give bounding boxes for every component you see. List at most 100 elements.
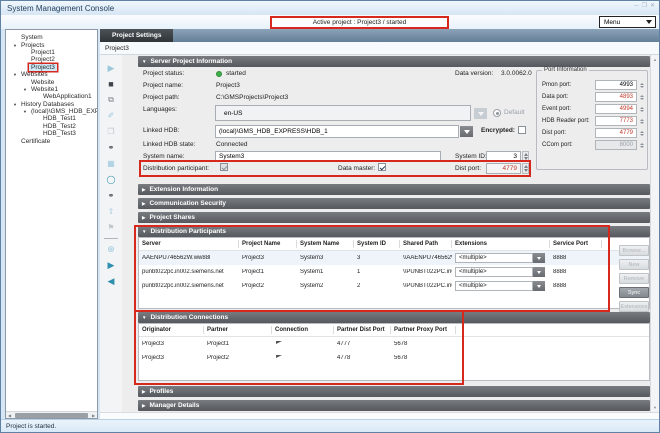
col-connection[interactable]: Connection (272, 326, 334, 334)
copy-project-icon[interactable]: ⧉ (100, 92, 122, 108)
event-port-spinner[interactable] (638, 104, 645, 114)
tree-expander-icon[interactable]: ▼ (21, 87, 29, 92)
minimize-icon[interactable]: ─ (634, 3, 638, 10)
dist-port-info-spinner[interactable] (638, 128, 645, 138)
col-partner-proxy-port[interactable]: Partner Proxy Port (391, 326, 456, 334)
flag-icon[interactable]: ⚑ (100, 220, 122, 236)
manager-details-header[interactable]: ▶ Manager Details (138, 400, 650, 411)
col-service-port[interactable]: Service Port (550, 240, 602, 248)
profiles-header[interactable]: ▶ Profiles (138, 386, 650, 397)
hdb-reader-port-field[interactable]: 7773 (595, 116, 637, 126)
tab-project-settings[interactable]: Project Settings (100, 29, 173, 42)
tree-item-project1[interactable]: Project1 (6, 49, 97, 56)
project-shares-header[interactable]: ▶ Project Shares (138, 212, 650, 223)
tree-horizontal-scrollbar[interactable]: ◀ ▶ (6, 411, 97, 418)
ccom-port-field[interactable]: 8000 (595, 140, 637, 150)
tree-item-system[interactable]: System (6, 34, 97, 41)
system-id-field[interactable]: 3 (486, 151, 521, 162)
col-partner[interactable]: Partner (204, 326, 272, 334)
tree-item-website[interactable]: Website (6, 78, 97, 85)
col-partner-dist-port[interactable]: Partner Dist Port (334, 326, 391, 334)
tab-project3[interactable]: Project3 (105, 45, 129, 52)
col-system-id[interactable]: System ID (354, 240, 400, 248)
ccom-port-spinner[interactable] (638, 140, 645, 150)
menu-dropdown[interactable]: Menu (599, 16, 656, 28)
tree-item-website1[interactable]: ▼Website1 (6, 86, 97, 93)
tree-expander-icon[interactable]: ▼ (21, 109, 29, 114)
event-port-field[interactable]: 4994 (595, 104, 637, 114)
dist-port-field[interactable]: 4779 (486, 163, 521, 174)
chevron-down-icon[interactable] (533, 253, 545, 263)
extension-information-header[interactable]: ▶ Extension Information (138, 184, 650, 195)
tree-item-certificate[interactable]: Certificate (6, 137, 97, 144)
data-port-field[interactable]: 4893 (595, 92, 637, 102)
scroll-up-icon[interactable]: ▲ (653, 57, 657, 62)
col-originator[interactable]: Originator (139, 326, 204, 334)
data-port-spinner[interactable] (638, 92, 645, 102)
tree-expander-icon[interactable]: ▼ (11, 72, 19, 77)
system-name-field[interactable]: System3 (215, 151, 441, 162)
pmon-port-spinner[interactable] (638, 80, 645, 90)
pmon-port-field[interactable]: 4993 (595, 80, 637, 90)
linked-hdb-dropdown-button[interactable] (460, 126, 473, 137)
restore-project-icon[interactable]: ❒ (100, 124, 122, 140)
col-project-name[interactable]: Project Name (239, 240, 297, 248)
browse-button[interactable]: Browse... (619, 245, 649, 256)
encrypted-checkbox[interactable] (518, 126, 526, 134)
participant-row[interactable]: AAENPU746562W.ww88l Project3 System3 3 \… (139, 251, 649, 265)
extensions-dropdown[interactable]: <multiple> (455, 253, 533, 263)
col-extensions[interactable]: Extensions (452, 240, 550, 248)
system-id-spinner[interactable] (522, 151, 529, 162)
tree-expander-icon[interactable]: ▼ (11, 43, 19, 48)
deactivate-icon[interactable]: ◀ (100, 273, 122, 289)
tree-item-webapplication1[interactable]: WebApplication1 (6, 93, 97, 100)
maximize-icon[interactable]: ❒ (642, 3, 647, 10)
tree-item-projects[interactable]: ▼Projects (6, 41, 97, 48)
col-system-name[interactable]: System Name (297, 240, 354, 248)
languages-dropdown-button[interactable] (474, 108, 487, 119)
communication-security-header[interactable]: ▶ Communication Security (138, 198, 650, 209)
tree-item-project3[interactable]: Project3 (6, 64, 97, 71)
tree-item-websites[interactable]: ▼Websites (6, 71, 97, 78)
dist-port-info-field[interactable]: 4779 (595, 128, 637, 138)
default-radio[interactable] (493, 109, 501, 117)
data-master-checkbox[interactable] (378, 163, 386, 171)
history-database-icon[interactable]: ◯ (100, 172, 122, 188)
languages-listbox[interactable]: en-US (215, 105, 471, 121)
distribution-participant-checkbox[interactable] (220, 163, 228, 171)
save-project-icon[interactable]: ▦ (100, 156, 122, 172)
link-project-icon[interactable]: ⚭ (100, 140, 122, 156)
extensions-dropdown[interactable]: <multiple> (455, 281, 533, 291)
col-shared-path[interactable]: Shared Path (400, 240, 452, 248)
col-server[interactable]: Server (139, 240, 239, 248)
tree-item-project2[interactable]: Project2 (6, 56, 97, 63)
participant-row[interactable]: punbt022pc.in002.siemens.net Project1 Sy… (139, 265, 649, 279)
extensions-dropdown[interactable]: <multiple> (455, 267, 533, 277)
linked-hdb-combo[interactable]: (local)\GMS_HDB_EXPRESS\HDB_1 (215, 125, 459, 138)
distribution-users-icon[interactable]: ⚭ (100, 188, 122, 204)
horizontal-scrollbar-track[interactable] (100, 412, 659, 419)
server-project-information-header[interactable]: ▼ Server Project Information (138, 56, 650, 67)
stop-project-icon[interactable]: ■ (100, 76, 122, 92)
hdb-reader-port-spinner[interactable] (638, 116, 645, 126)
new-button[interactable]: New (619, 259, 649, 270)
close-icon[interactable]: ✕ (650, 3, 655, 10)
activate-icon[interactable]: ▶ (100, 257, 122, 273)
tree-item-hdb-server[interactable]: ▼(local)\GMS_HDB_EXPRES (6, 108, 97, 115)
extensions-button[interactable]: Extensions (619, 301, 649, 312)
chevron-down-icon[interactable] (533, 281, 545, 291)
distribution-participants-header[interactable]: ▼ Distribution Participants (138, 226, 650, 237)
distribution-connections-header[interactable]: ▼ Distribution Connections (138, 312, 650, 323)
scroll-down-icon[interactable]: ▼ (653, 405, 657, 410)
participant-row[interactable]: punbt022pc.in002.siemens.net Project2 Sy… (139, 279, 649, 293)
add-icon[interactable]: ⊕ (100, 241, 122, 257)
tree-item-hdb-test1[interactable]: HDB_Test1 (6, 115, 97, 122)
connection-row[interactable]: Project3 Project2 4778 5678 (139, 351, 649, 365)
remove-button[interactable]: Remove (619, 273, 649, 284)
upgrade-icon[interactable]: ⇧ (100, 204, 122, 220)
scroll-left-icon[interactable]: ◀ (6, 413, 13, 418)
dist-port-spinner[interactable] (522, 163, 529, 174)
scroll-right-icon[interactable]: ▶ (90, 413, 97, 418)
scrollbar-thumb[interactable] (15, 413, 88, 418)
edit-project-icon[interactable]: ✐ (100, 108, 122, 124)
